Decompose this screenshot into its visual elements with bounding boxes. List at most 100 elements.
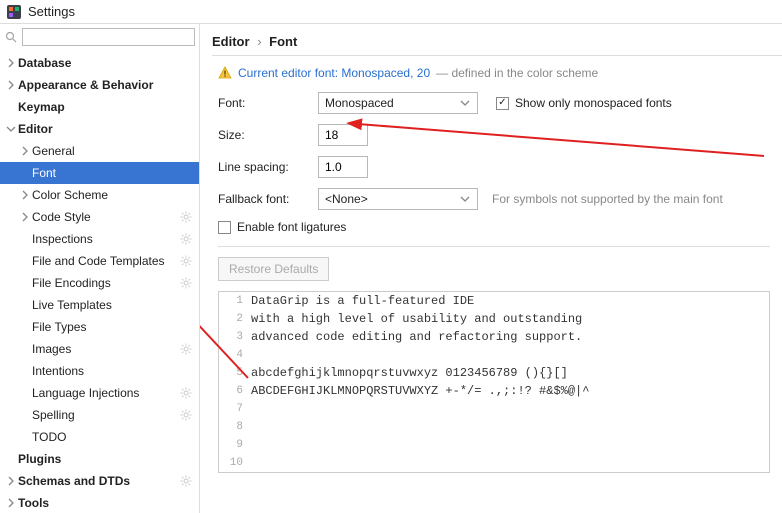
line-number: 5 (219, 367, 251, 379)
checkbox-box: ✓ (496, 97, 509, 110)
gear-icon (179, 276, 193, 290)
tree-item[interactable]: Live Templates (0, 294, 199, 316)
preview-line: 4 (219, 346, 769, 364)
font-select-value: Monospaced (325, 96, 394, 110)
preview-line: 7 (219, 400, 769, 418)
restore-defaults-button[interactable]: Restore Defaults (218, 257, 329, 281)
line-number: 1 (219, 295, 251, 307)
tree-item[interactable]: Intentions (0, 360, 199, 382)
titlebar: Settings (0, 0, 782, 24)
gear-icon (179, 210, 193, 224)
tree-item[interactable]: Font (0, 162, 199, 184)
breadcrumb-leaf: Font (269, 34, 297, 49)
preview-line: 10 (219, 454, 769, 472)
preview-line: 5abcdefghijklmnopqrstuvwxyz 0123456789 (… (219, 364, 769, 382)
fallback-font-label: Fallback font: (218, 192, 318, 206)
tree-item[interactable]: General (0, 140, 199, 162)
chevron-right-icon (4, 496, 18, 510)
show-monospaced-checkbox[interactable]: ✓ Show only monospaced fonts (496, 96, 672, 110)
font-label: Font: (218, 96, 318, 110)
tree-item-label: Keymap (18, 100, 193, 114)
preview-text: advanced code editing and refactoring su… (251, 330, 582, 344)
tree-item[interactable]: File Types (0, 316, 199, 338)
chevron-right-icon (18, 144, 32, 158)
warning-icon (218, 66, 232, 80)
current-font-suffix: — defined in the color scheme (436, 66, 598, 80)
tree-item-label: Live Templates (32, 298, 193, 312)
gear-icon (179, 342, 193, 356)
divider (218, 246, 770, 247)
chevron-down-icon (459, 193, 471, 205)
tree-item-label: TODO (32, 430, 193, 444)
line-number: 4 (219, 349, 251, 361)
tree-item[interactable]: Images (0, 338, 199, 360)
chevron-right-icon (4, 474, 18, 488)
fallback-font-value: <None> (325, 192, 368, 206)
search-input[interactable] (22, 28, 195, 46)
preview-text: ABCDEFGHIJKLMNOPQRSTUVWXYZ +-*/= .,;:!? … (251, 384, 589, 398)
preview-line: 3advanced code editing and refactoring s… (219, 328, 769, 346)
tree-item[interactable]: Code Style (0, 206, 199, 228)
preview-text: with a high level of usability and outst… (251, 312, 582, 326)
preview-line: 8 (219, 418, 769, 436)
tree-item-label: Database (18, 56, 193, 70)
tree-item-label: File and Code Templates (32, 254, 175, 268)
tree-item[interactable]: Database (0, 52, 199, 74)
tree-item[interactable]: Spelling (0, 404, 199, 426)
tree-item-label: Intentions (32, 364, 193, 378)
tree-item[interactable]: File Encodings (0, 272, 199, 294)
tree-item[interactable]: Keymap (0, 96, 199, 118)
tree-item[interactable]: Editor (0, 118, 199, 140)
tree-item-label: File Types (32, 320, 193, 334)
line-number: 6 (219, 385, 251, 397)
tree-item[interactable]: Color Scheme (0, 184, 199, 206)
app-icon (6, 4, 22, 20)
breadcrumb-sep: › (257, 34, 261, 49)
content-panel: Editor › Font Current editor font: Monos… (200, 24, 782, 513)
line-number: 7 (219, 403, 251, 415)
line-number: 9 (219, 439, 251, 451)
line-spacing-label: Line spacing: (218, 160, 318, 174)
preview-text: DataGrip is a full-featured IDE (251, 294, 474, 308)
tree-item[interactable]: Schemas and DTDs (0, 470, 199, 492)
current-font-notice: Current editor font: Monospaced, 20 — de… (218, 66, 770, 80)
chevron-down-icon (459, 97, 471, 109)
ligatures-checkbox[interactable]: Enable font ligatures (218, 220, 346, 234)
line-number: 2 (219, 313, 251, 325)
fallback-hint: For symbols not supported by the main fo… (492, 192, 723, 206)
tree-item-label: Code Style (32, 210, 175, 224)
tree-item-label: Tools (18, 496, 193, 510)
settings-tree: Database Appearance & Behavior Keymap Edito… (0, 50, 199, 513)
preview-line: 2with a high level of usability and outs… (219, 310, 769, 328)
preview-text: abcdefghijklmnopqrstuvwxyz 0123456789 ()… (251, 366, 568, 380)
chevron-right-icon (4, 78, 18, 92)
fallback-font-select[interactable]: <None> (318, 188, 478, 210)
breadcrumb-root: Editor (212, 34, 250, 49)
tree-item[interactable]: Plugins (0, 448, 199, 470)
tree-item[interactable]: Language Injections (0, 382, 199, 404)
tree-item-label: Inspections (32, 232, 175, 246)
tree-item[interactable]: Appearance & Behavior (0, 74, 199, 96)
preview-line: 1DataGrip is a full-featured IDE (219, 292, 769, 310)
search-icon (4, 30, 18, 44)
tree-item[interactable]: Inspections (0, 228, 199, 250)
ligatures-label: Enable font ligatures (237, 220, 346, 234)
font-preview[interactable]: 1DataGrip is a full-featured IDE2with a … (218, 291, 770, 473)
checkbox-box (218, 221, 231, 234)
line-number: 10 (219, 457, 251, 469)
size-input[interactable] (318, 124, 368, 146)
tree-item-label: File Encodings (32, 276, 175, 290)
tree-item[interactable]: TODO (0, 426, 199, 448)
chevron-right-icon (18, 188, 32, 202)
tree-item[interactable]: Tools (0, 492, 199, 513)
preview-line: 6ABCDEFGHIJKLMNOPQRSTUVWXYZ +-*/= .,;:!?… (219, 382, 769, 400)
chevron-right-icon (4, 56, 18, 70)
tree-item-label: Font (32, 166, 193, 180)
line-spacing-input[interactable] (318, 156, 368, 178)
tree-item-label: Images (32, 342, 175, 356)
window-title: Settings (28, 4, 75, 19)
current-font-link[interactable]: Current editor font: Monospaced, 20 (238, 66, 430, 80)
font-select[interactable]: Monospaced (318, 92, 478, 114)
gear-icon (179, 408, 193, 422)
tree-item[interactable]: File and Code Templates (0, 250, 199, 272)
